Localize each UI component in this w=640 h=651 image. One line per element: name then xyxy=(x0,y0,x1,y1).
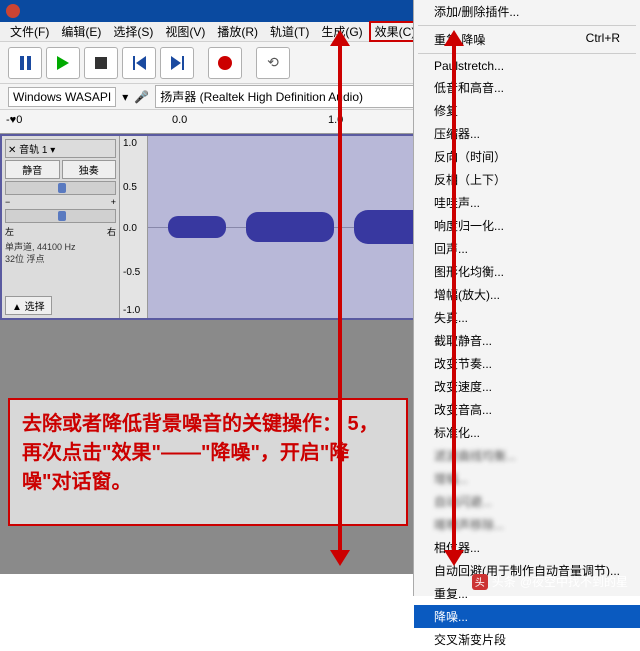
play-icon xyxy=(57,56,69,70)
pause-button[interactable] xyxy=(8,47,42,79)
loop-button[interactable]: ⟲ xyxy=(256,47,290,79)
pan-slider[interactable] xyxy=(5,209,116,223)
play-button[interactable] xyxy=(46,47,80,79)
menu-change-rhythm[interactable]: 改变节奏... xyxy=(414,352,640,375)
menu-add-remove-plugins[interactable]: 添加/删除插件... xyxy=(414,0,640,23)
menu-phaser[interactable]: 相位器... xyxy=(414,536,640,559)
menu-repair[interactable]: 修复 xyxy=(414,99,640,122)
skip-start-button[interactable] xyxy=(122,47,156,79)
menu-click-removal[interactable]: 喀嚓声移除... xyxy=(414,513,640,536)
skip-end-button[interactable] xyxy=(160,47,194,79)
menu-invert[interactable]: 反相（上下） xyxy=(414,168,640,191)
stop-button[interactable] xyxy=(84,47,118,79)
menu-filter-curve[interactable]: 滤波曲线均衡... xyxy=(414,444,640,467)
menu-file[interactable]: 文件(F) xyxy=(4,21,55,42)
scale-val: -0.5 xyxy=(123,267,140,278)
menu-compressor[interactable]: 压缩器... xyxy=(414,122,640,145)
menu-echo[interactable]: 回声... xyxy=(414,237,640,260)
waveform-blob xyxy=(246,212,334,242)
track-format-info: 单声道, 44100 Hz32位 浮点 xyxy=(5,242,116,265)
menu-truncate-silence[interactable]: 截取静音... xyxy=(414,329,640,352)
menu-normalize2[interactable]: 标准化... xyxy=(414,421,640,444)
gain-slider[interactable] xyxy=(5,181,116,195)
skip-end-icon xyxy=(171,56,184,70)
menu-noise-reduction[interactable]: 降噪... xyxy=(414,605,640,628)
pause-icon xyxy=(20,56,31,70)
menu-repeat-noise[interactable]: 重复 降噪Ctrl+R xyxy=(414,28,640,51)
scale-val: 1.0 xyxy=(123,138,137,149)
watermark-logo: 头 xyxy=(472,574,488,590)
effect-menu-dropdown: 添加/删除插件... 重复 降噪Ctrl+R Paulstretch... 低音… xyxy=(413,0,640,596)
scale-val: -1.0 xyxy=(123,305,140,316)
ruler-tick: -♥0 xyxy=(6,114,22,126)
menu-change-pitch[interactable]: 改变音高... xyxy=(414,398,640,421)
watermark: 头 头条 @夜空中找不到的星 xyxy=(472,573,628,590)
audio-host-select[interactable]: Windows WASAPI xyxy=(8,87,116,107)
pan-left: 左 xyxy=(5,225,14,238)
menu-auto-duck[interactable]: 自动闪避... xyxy=(414,490,640,513)
menu-transport[interactable]: 播放(R) xyxy=(211,21,264,42)
menu-normalize[interactable]: 响度归一化... xyxy=(414,214,640,237)
menu-amplify[interactable]: 增幅... xyxy=(414,467,640,490)
menu-separator xyxy=(418,25,636,26)
record-button[interactable] xyxy=(208,47,242,79)
waveform-blob xyxy=(168,216,227,238)
menu-reverse[interactable]: 反向（时间） xyxy=(414,145,640,168)
menu-amplify-zoom[interactable]: 增幅(放大)... xyxy=(414,283,640,306)
menu-separator xyxy=(418,53,636,54)
scale-val: 0.0 xyxy=(123,223,137,234)
track-header[interactable]: ✕ 音轨 1 ▾ xyxy=(5,139,116,158)
solo-button[interactable]: 独奏 xyxy=(62,160,117,179)
app-icon xyxy=(6,4,20,18)
speaker-icon: 🎤 xyxy=(134,90,149,104)
ruler-tick: 1.0 xyxy=(328,114,343,126)
annotation-box: 去除或者降低背景噪音的关键操作： 5，再次点击"效果"——"降噪"，开启"降噪"… xyxy=(8,398,408,526)
menu-crossfade[interactable]: 交叉渐变片段 xyxy=(414,628,640,651)
gain-plus: + xyxy=(111,197,116,207)
menu-view[interactable]: 视图(V) xyxy=(159,21,211,42)
menu-paulstretch[interactable]: Paulstretch... xyxy=(414,56,640,76)
watermark-author: @夜空中找不到的星 xyxy=(520,573,628,590)
scale-val: 0.5 xyxy=(123,182,137,193)
pan-right: 右 xyxy=(107,225,116,238)
menu-tracks[interactable]: 轨道(T) xyxy=(264,21,315,42)
menu-edit[interactable]: 编辑(E) xyxy=(55,21,107,42)
vertical-scale: 1.0 0.5 0.0 -0.5 -1.0 xyxy=(120,136,148,318)
chevron-down-icon: ▾ xyxy=(122,90,128,104)
skip-start-icon xyxy=(133,56,146,70)
watermark-brand: 头条 xyxy=(492,573,516,590)
menu-bass-treble[interactable]: 低音和高音... xyxy=(414,76,640,99)
menu-graphic-eq[interactable]: 图形化均衡... xyxy=(414,260,640,283)
gain-minus: − xyxy=(5,197,10,207)
shortcut-label: Ctrl+R xyxy=(586,31,620,48)
ruler-tick: 0.0 xyxy=(172,114,187,126)
menu-change-speed[interactable]: 改变速度... xyxy=(414,375,640,398)
record-icon xyxy=(218,56,232,70)
mute-button[interactable]: 静音 xyxy=(5,160,60,179)
menu-distortion[interactable]: 失真... xyxy=(414,306,640,329)
menu-wahwah[interactable]: 哇哇声... xyxy=(414,191,640,214)
track-control-panel[interactable]: ✕ 音轨 1 ▾ 静音 独奏 − + 左 右 单声道, 44100 Hz32位 浮点… xyxy=(2,136,120,318)
collapse-button[interactable]: ▲ 选择 xyxy=(5,296,52,315)
menu-select[interactable]: 选择(S) xyxy=(107,21,159,42)
stop-icon xyxy=(95,57,107,69)
menu-generate[interactable]: 生成(G) xyxy=(315,21,368,42)
loop-icon: ⟲ xyxy=(267,54,279,71)
